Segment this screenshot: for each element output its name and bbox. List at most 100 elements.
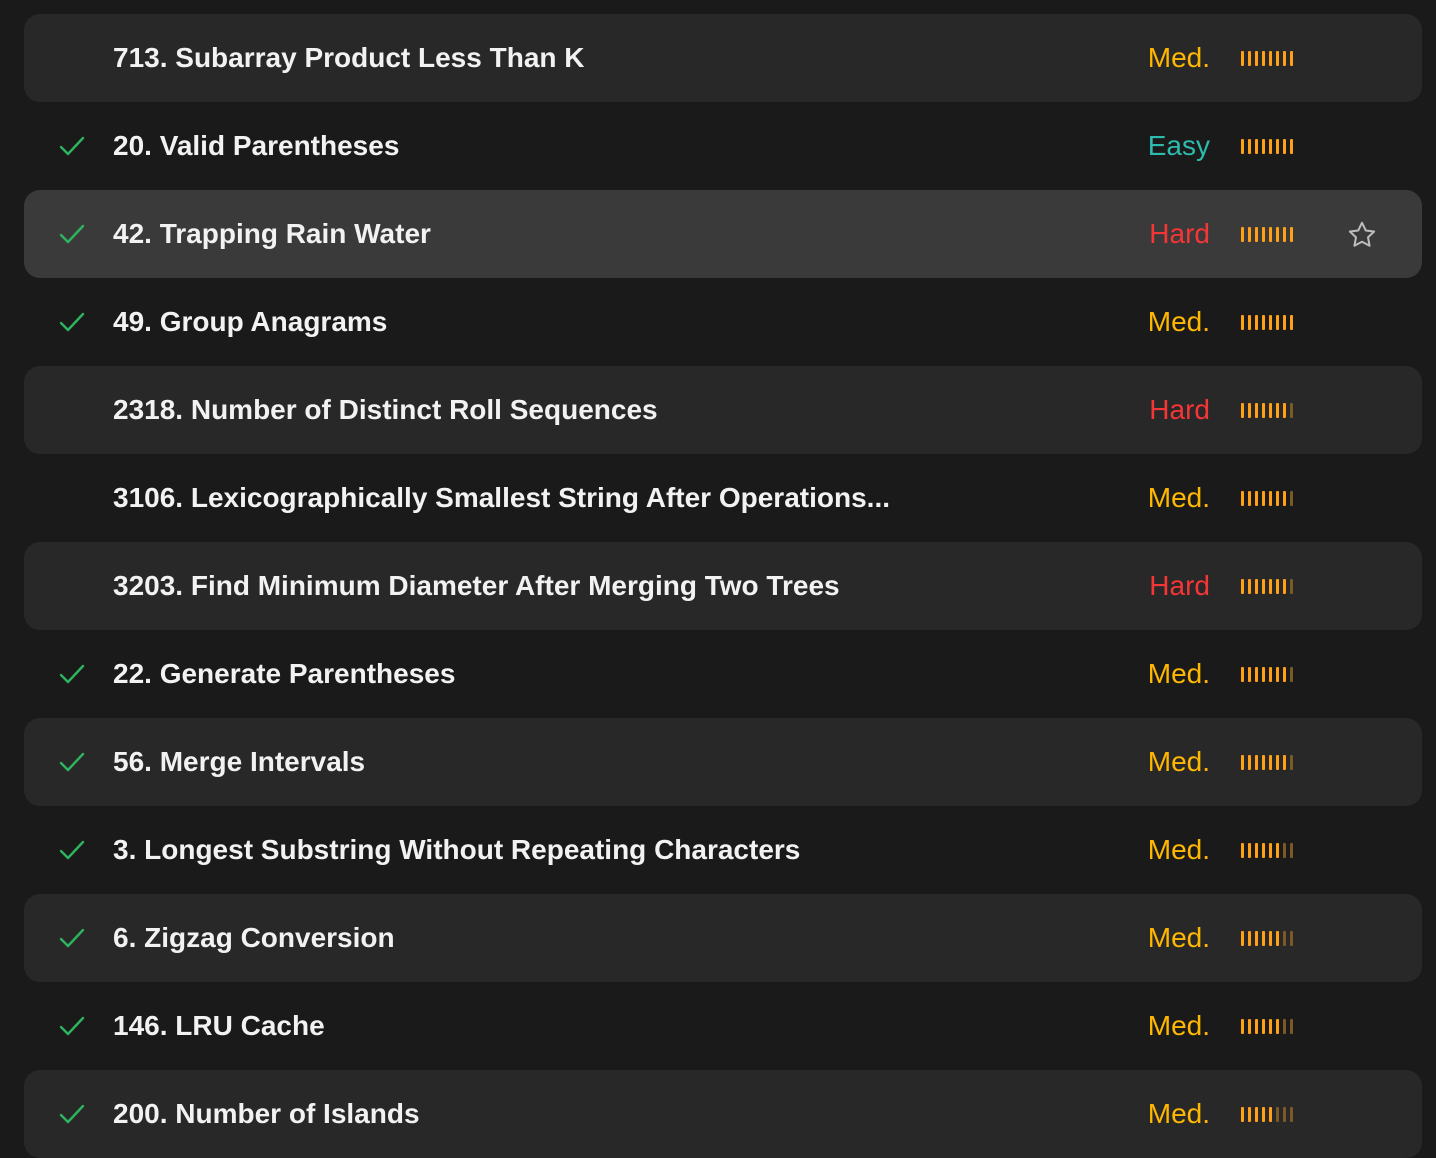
problem-row[interactable]: 200. Number of Islands Med. <box>24 1070 1422 1158</box>
difficulty-label: Hard <box>1149 394 1210 425</box>
frequency-bar <box>1241 843 1244 858</box>
solved-check-icon <box>59 1104 85 1124</box>
frequency-meter <box>1241 315 1303 330</box>
frequency-bar <box>1262 931 1265 946</box>
frequency-bar <box>1262 579 1265 594</box>
problem-row[interactable]: 20. Valid Parentheses Easy <box>24 102 1422 190</box>
frequency-bar <box>1276 491 1279 506</box>
solved-check-icon <box>59 312 85 332</box>
frequency-meter <box>1241 931 1303 946</box>
problem-row[interactable]: 146. LRU Cache Med. <box>24 982 1422 1070</box>
frequency-bar <box>1248 1107 1251 1122</box>
problem-row[interactable]: 3106. Lexicographically Smallest String … <box>24 454 1422 542</box>
frequency-bar <box>1290 491 1293 506</box>
favorite-star-icon[interactable] <box>1346 219 1378 251</box>
problem-row[interactable]: 22. Generate Parentheses Med. <box>24 630 1422 718</box>
frequency-bar <box>1241 491 1244 506</box>
problem-title-link[interactable]: 56. Merge Intervals <box>113 718 365 806</box>
frequency-bar <box>1255 1107 1258 1122</box>
frequency-bar <box>1276 843 1279 858</box>
frequency-bar <box>1283 579 1286 594</box>
difficulty-label: Med. <box>1147 922 1210 953</box>
problem-title-link[interactable]: 200. Number of Islands <box>113 1070 420 1158</box>
frequency-bar <box>1241 315 1244 330</box>
frequency-bar <box>1283 755 1286 770</box>
problem-row[interactable]: 2318. Number of Distinct Roll Sequences H… <box>24 366 1422 454</box>
frequency-bar <box>1241 667 1244 682</box>
frequency-bar <box>1241 931 1244 946</box>
frequency-bar <box>1248 667 1251 682</box>
frequency-bar <box>1269 51 1272 66</box>
problem-row[interactable]: 6. Zigzag Conversion Med. <box>24 894 1422 982</box>
frequency-bar <box>1262 843 1265 858</box>
frequency-bar <box>1255 315 1258 330</box>
frequency-bar <box>1290 755 1293 770</box>
difficulty-label: Med. <box>1147 1098 1210 1129</box>
difficulty-label: Med. <box>1147 1010 1210 1041</box>
frequency-bar <box>1269 843 1272 858</box>
frequency-bar <box>1248 227 1251 242</box>
problem-row[interactable]: 3. Longest Substring Without Repeating C… <box>24 806 1422 894</box>
frequency-bar <box>1248 51 1251 66</box>
difficulty-label: Med. <box>1147 306 1210 337</box>
problem-title-link[interactable]: 49. Group Anagrams <box>113 278 387 366</box>
frequency-bar <box>1241 51 1244 66</box>
problem-row[interactable]: 56. Merge Intervals Med. <box>24 718 1422 806</box>
problem-title-link[interactable]: 20. Valid Parentheses <box>113 102 399 190</box>
problem-title-link[interactable]: 2318. Number of Distinct Roll Sequences <box>113 366 658 454</box>
frequency-bar <box>1241 755 1244 770</box>
problem-row[interactable]: 42. Trapping Rain Water Hard <box>24 190 1422 278</box>
solved-check-icon <box>59 136 85 156</box>
frequency-bar <box>1269 227 1272 242</box>
problem-title-link[interactable]: 6. Zigzag Conversion <box>113 894 395 982</box>
frequency-bar <box>1269 491 1272 506</box>
frequency-bar <box>1269 1107 1272 1122</box>
frequency-bar <box>1276 931 1279 946</box>
frequency-bar <box>1255 403 1258 418</box>
frequency-bar <box>1262 139 1265 154</box>
frequency-bar <box>1290 579 1293 594</box>
frequency-bar <box>1290 51 1293 66</box>
problem-title-link[interactable]: 3106. Lexicographically Smallest String … <box>113 454 890 542</box>
frequency-bar <box>1276 403 1279 418</box>
frequency-bar <box>1241 1107 1244 1122</box>
frequency-bar <box>1255 491 1258 506</box>
frequency-bar <box>1248 1019 1251 1034</box>
problem-title-link[interactable]: 22. Generate Parentheses <box>113 630 455 718</box>
frequency-bar <box>1283 315 1286 330</box>
frequency-meter <box>1241 579 1303 594</box>
frequency-bar <box>1255 843 1258 858</box>
frequency-bar <box>1290 931 1293 946</box>
problem-title-link[interactable]: 3203. Find Minimum Diameter After Mergin… <box>113 542 840 630</box>
frequency-bar <box>1255 667 1258 682</box>
problem-title-link[interactable]: 146. LRU Cache <box>113 982 325 1070</box>
problem-title-link[interactable]: 42. Trapping Rain Water <box>113 190 431 278</box>
problem-title-link[interactable]: 713. Subarray Product Less Than K <box>113 14 585 102</box>
frequency-meter <box>1241 51 1303 66</box>
solved-check-icon <box>59 1016 85 1036</box>
difficulty-label: Med. <box>1147 482 1210 513</box>
frequency-meter <box>1241 139 1303 154</box>
frequency-meter <box>1241 843 1303 858</box>
problem-list: 713. Subarray Product Less Than K Med. 20.… <box>24 14 1422 1158</box>
frequency-bar <box>1262 1107 1265 1122</box>
problem-row[interactable]: 713. Subarray Product Less Than K Med. <box>24 14 1422 102</box>
difficulty-label: Hard <box>1149 570 1210 601</box>
frequency-bar <box>1283 843 1286 858</box>
frequency-meter <box>1241 1107 1303 1122</box>
frequency-bar <box>1290 1019 1293 1034</box>
frequency-bar <box>1241 227 1244 242</box>
frequency-bar <box>1255 931 1258 946</box>
frequency-meter <box>1241 491 1303 506</box>
frequency-bar <box>1283 139 1286 154</box>
problem-row[interactable]: 3203. Find Minimum Diameter After Mergin… <box>24 542 1422 630</box>
frequency-bar <box>1248 579 1251 594</box>
difficulty-label: Med. <box>1147 42 1210 73</box>
solved-check-icon <box>59 752 85 772</box>
frequency-bar <box>1290 843 1293 858</box>
problem-row[interactable]: 49. Group Anagrams Med. <box>24 278 1422 366</box>
frequency-meter <box>1241 403 1303 418</box>
frequency-bar <box>1283 491 1286 506</box>
frequency-bar <box>1290 139 1293 154</box>
problem-title-link[interactable]: 3. Longest Substring Without Repeating C… <box>113 806 800 894</box>
